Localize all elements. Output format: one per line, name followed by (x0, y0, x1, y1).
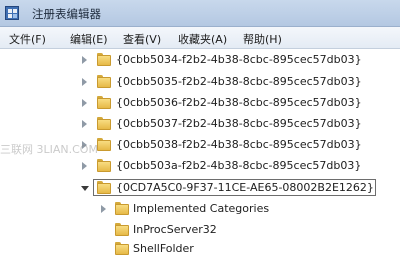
tree-key-label[interactable]: {0cbb5036-f2b2-4b38-8cbc-895cec57db03} (116, 96, 362, 109)
folder-icon (97, 138, 111, 151)
menu-view[interactable]: 查看(V) (123, 31, 161, 47)
folder-icon (97, 53, 111, 66)
tree-subkey-label[interactable]: Implemented Categories (133, 202, 269, 215)
watermark: 三联网 3LIAN.COM (0, 143, 98, 156)
expand-arrow-icon[interactable] (82, 162, 87, 170)
expand-arrow-icon[interactable] (82, 56, 87, 64)
selected-key-label[interactable]: {0CD7A5C0-9F37-11CE-AE65-08002B2E1262} (116, 181, 374, 194)
expand-arrow-icon[interactable] (82, 120, 87, 128)
title-bar: 注册表编辑器 (0, 0, 400, 27)
expand-arrow-icon[interactable] (82, 99, 87, 107)
tree-subkey-row[interactable]: InProcServer32 (0, 220, 400, 240)
registry-tree: {0cbb5034-f2b2-4b38-8cbc-895cec57db03} {… (0, 49, 400, 255)
menu-file[interactable]: 文件(F) (9, 31, 46, 47)
folder-icon (97, 96, 111, 109)
open-folder-icon (97, 181, 111, 194)
expand-arrow-icon[interactable] (82, 78, 87, 86)
menu-bar: 文件(F) 编辑(E) 查看(V) 收藏夹(A) 帮助(H) (0, 27, 400, 49)
folder-icon (97, 117, 111, 130)
menu-edit[interactable]: 编辑(E) (70, 31, 108, 47)
tree-key-row[interactable]: {0cbb5035-f2b2-4b38-8cbc-895cec57db03} (0, 72, 400, 92)
tree-key-label[interactable]: {0cbb503a-f2b2-4b38-8cbc-895cec57db03} (116, 159, 361, 172)
tree-key-row-selected[interactable]: {0CD7A5C0-9F37-11CE-AE65-08002B2E1262} (0, 178, 400, 198)
folder-icon (115, 202, 129, 215)
collapse-arrow-icon[interactable] (81, 186, 89, 191)
registry-editor-icon (5, 6, 19, 20)
folder-icon (115, 223, 129, 236)
tree-subkey-row[interactable]: ShellFolder (0, 239, 400, 259)
folder-icon (97, 159, 111, 172)
folder-icon (115, 242, 129, 255)
tree-key-label[interactable]: {0cbb5035-f2b2-4b38-8cbc-895cec57db03} (116, 75, 362, 88)
tree-subkey-label[interactable]: ShellFolder (133, 242, 194, 255)
tree-key-row[interactable]: {0cbb5036-f2b2-4b38-8cbc-895cec57db03} (0, 93, 400, 113)
tree-subkey-label[interactable]: InProcServer32 (133, 223, 217, 236)
window-title: 注册表编辑器 (32, 7, 101, 21)
menu-favorites[interactable]: 收藏夹(A) (178, 31, 227, 47)
tree-key-label[interactable]: {0cbb5038-f2b2-4b38-8cbc-895cec57db03} (116, 138, 362, 151)
tree-key-row[interactable]: {0cbb5037-f2b2-4b38-8cbc-895cec57db03} (0, 114, 400, 134)
expand-arrow-icon[interactable] (101, 205, 106, 213)
tree-key-label[interactable]: {0cbb5034-f2b2-4b38-8cbc-895cec57db03} (116, 53, 362, 66)
tree-key-row[interactable]: {0cbb5034-f2b2-4b38-8cbc-895cec57db03} (0, 50, 400, 70)
folder-icon (97, 75, 111, 88)
tree-key-row[interactable]: {0cbb503a-f2b2-4b38-8cbc-895cec57db03} (0, 156, 400, 176)
tree-subkey-row[interactable]: Implemented Categories (0, 199, 400, 219)
menu-help[interactable]: 帮助(H) (243, 31, 282, 47)
tree-key-label[interactable]: {0cbb5037-f2b2-4b38-8cbc-895cec57db03} (116, 117, 362, 130)
